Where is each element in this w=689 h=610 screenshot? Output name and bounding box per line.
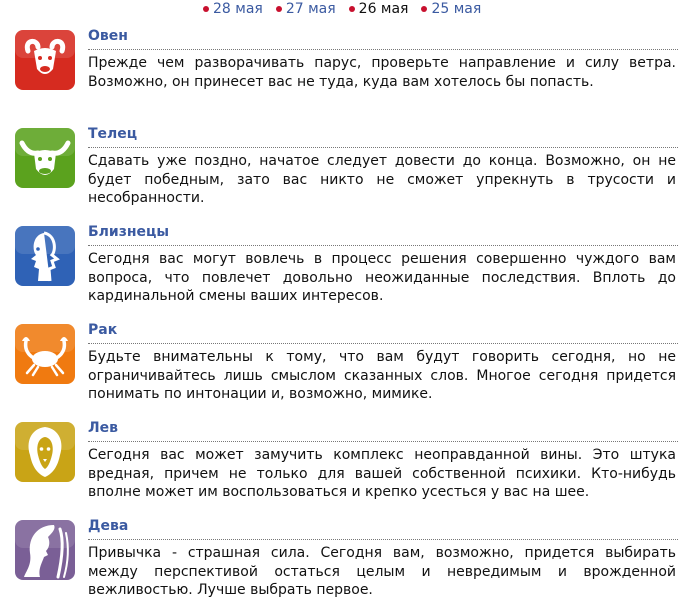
sign-forecast: Прежде чем разворачивать парус, проверьт… [88, 55, 676, 90]
date-link-27[interactable]: 27 мая [275, 0, 336, 18]
date-link-25[interactable]: 25 мая [421, 0, 481, 18]
date-label: 27 мая [285, 1, 336, 17]
sign-item-cancer: Рак Будьте внимательны к тому, что вам б… [0, 316, 689, 414]
sign-forecast: Сдавать уже поздно, начатое следует дове… [88, 153, 676, 206]
sign-item-aries: Овен Прежде чем разворачивать парус, про… [0, 22, 689, 120]
horoscope-list: Овен Прежде чем разворачивать парус, про… [0, 22, 689, 610]
sign-forecast: Будьте внимательны к тому, что вам будут… [88, 349, 676, 402]
sign-name[interactable]: Дева [88, 516, 128, 536]
virgo-icon[interactable] [14, 519, 76, 581]
sign-name[interactable]: Овен [88, 26, 128, 46]
dotted-divider [88, 343, 678, 344]
dotted-divider [88, 245, 678, 246]
sign-item-gemini: Близнецы Сегодня вас могут вовлечь в про… [0, 218, 689, 316]
date-current-26: 26 мая [348, 0, 409, 18]
sign-item-virgo: Дева Привычка - страшная сила. Сегодня в… [0, 512, 689, 610]
sign-name[interactable]: Телец [88, 124, 137, 144]
sign-name[interactable]: Близнецы [88, 222, 169, 242]
date-label: 26 мая [358, 1, 409, 17]
sign-item-leo: Лев Сегодня вас может замучить комплекс … [0, 414, 689, 512]
sign-item-taurus: Телец Сдавать уже поздно, начатое следуе… [0, 120, 689, 218]
aries-icon[interactable] [14, 29, 76, 91]
bullet-dot-icon [348, 6, 355, 12]
dotted-divider [88, 441, 678, 442]
sign-forecast: Привычка - страшная сила. Сегодня вам, в… [88, 545, 676, 598]
date-link-28[interactable]: 28 мая [203, 0, 263, 18]
sign-name[interactable]: Лев [88, 418, 118, 438]
dotted-divider [88, 147, 678, 148]
sign-forecast: Сегодня вас могут вовлечь в процесс реше… [88, 251, 676, 304]
cancer-icon[interactable] [14, 323, 76, 385]
sign-forecast: Сегодня вас может замучить комплекс неоп… [88, 447, 676, 500]
bullet-dot-icon [421, 6, 428, 12]
date-navigation: 28 мая 27 мая 26 мая 25 мая [203, 0, 494, 18]
leo-icon[interactable] [14, 421, 76, 483]
dotted-divider [88, 49, 678, 50]
bullet-dot-icon [275, 6, 282, 12]
date-label: 28 мая [213, 1, 263, 17]
sign-name[interactable]: Рак [88, 320, 117, 340]
date-label: 25 мая [431, 1, 482, 17]
gemini-icon[interactable] [14, 225, 76, 287]
bullet-dot-icon [203, 6, 209, 12]
taurus-icon[interactable] [14, 127, 76, 189]
dotted-divider [88, 539, 678, 540]
